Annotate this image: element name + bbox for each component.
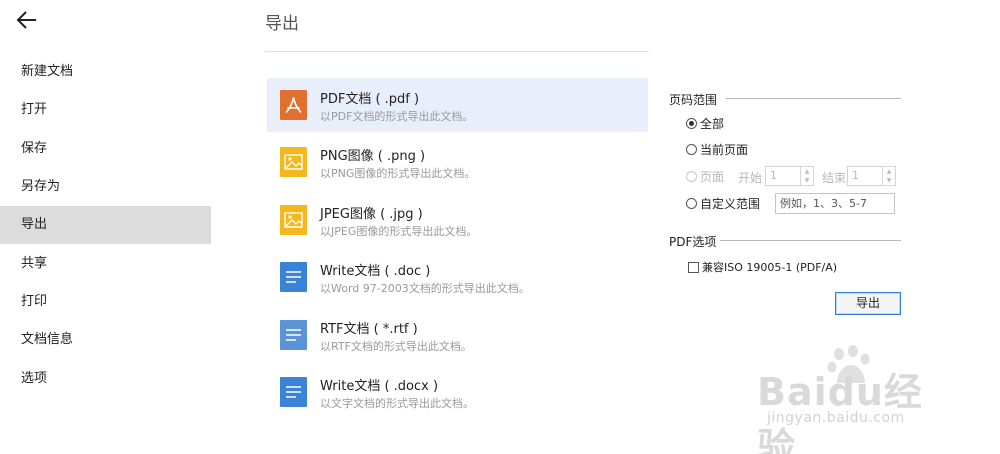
checkbox-label: 兼容ISO 19005-1 (PDF/A) bbox=[702, 261, 838, 274]
chevron-down-icon[interactable]: ▼ bbox=[883, 176, 895, 185]
start-page-stepper[interactable]: 1 ▲ ▼ bbox=[765, 166, 814, 186]
sidebar-item-open[interactable]: 打开 bbox=[0, 91, 211, 129]
format-name: JPEG图像 ( .jpg ) bbox=[320, 207, 423, 222]
format-name: RTF文档 ( *.rtf ) bbox=[320, 322, 418, 337]
title-divider bbox=[265, 51, 649, 52]
format-description: 以PDF文档的形式导出此文档。 bbox=[320, 110, 474, 123]
pdf-icon bbox=[280, 90, 307, 120]
document-icon bbox=[280, 262, 307, 292]
start-label: 开始 bbox=[738, 171, 763, 185]
radio-label: 自定义范围 bbox=[700, 196, 761, 211]
format-item-rtf[interactable]: RTF文档 ( *.rtf ) 以RTF文档的形式导出此文档。 bbox=[267, 308, 648, 362]
end-page-value: 1 bbox=[852, 169, 859, 182]
image-icon bbox=[280, 205, 307, 235]
format-name: Write文档 ( .doc ) bbox=[320, 264, 431, 279]
radio-label: 页面 bbox=[700, 169, 725, 184]
sidebar: 新建文档 打开 保存 另存为 导出 共享 打印 文档信息 选项 bbox=[0, 0, 211, 454]
radio-label: 当前页面 bbox=[700, 142, 749, 157]
watermark-url: jingyan.baidu.com bbox=[767, 410, 905, 426]
format-description: 以RTF文档的形式导出此文档。 bbox=[320, 340, 472, 353]
format-description: 以PNG图像的形式导出此文档。 bbox=[320, 167, 476, 180]
stepper-buttons[interactable]: ▲ ▼ bbox=[882, 167, 895, 185]
custom-range-input[interactable]: 例如，1、3、5-7 bbox=[775, 193, 895, 214]
chevron-up-icon[interactable]: ▲ bbox=[883, 167, 895, 176]
document-icon bbox=[280, 320, 307, 350]
sidebar-item-share[interactable]: 共享 bbox=[0, 245, 211, 283]
format-description: 以Word 97-2003文档的形式导出此文档。 bbox=[320, 282, 530, 295]
radio-custom-range[interactable]: 自定义范围 bbox=[686, 194, 760, 212]
export-button[interactable]: 导出 bbox=[835, 292, 901, 315]
watermark: Baidu经验 jingyan.baidu.com bbox=[757, 345, 957, 454]
watermark-brand: Baidu经验 bbox=[757, 370, 923, 454]
end-label: 结束 bbox=[822, 171, 847, 185]
sidebar-item-options[interactable]: 选项 bbox=[0, 360, 211, 398]
format-item-jpeg[interactable]: JPEG图像 ( .jpg ) 以JPEG图像的形式导出此文档。 bbox=[267, 193, 648, 247]
sidebar-item-new[interactable]: 新建文档 bbox=[0, 53, 211, 91]
sidebar-item-doc-info[interactable]: 文档信息 bbox=[0, 321, 211, 359]
format-name: PNG图像 ( .png ) bbox=[320, 149, 426, 164]
sidebar-item-print[interactable]: 打印 bbox=[0, 283, 211, 321]
pdf-options-heading: PDF选项 bbox=[669, 235, 717, 249]
end-page-stepper[interactable]: 1 ▲ ▼ bbox=[847, 166, 896, 186]
section-divider bbox=[720, 240, 901, 241]
format-item-pdf[interactable]: PDF文档 ( .pdf ) 以PDF文档的形式导出此文档。 bbox=[267, 78, 648, 132]
format-description: 以JPEG图像的形式导出此文档。 bbox=[320, 225, 478, 238]
start-page-value: 1 bbox=[770, 169, 777, 182]
radio-all[interactable]: 全部 bbox=[686, 114, 724, 132]
format-name: PDF文档 ( .pdf ) bbox=[320, 92, 420, 107]
back-arrow-icon[interactable] bbox=[14, 8, 40, 32]
format-item-doc[interactable]: Write文档 ( .doc ) 以Word 97-2003文档的形式导出此文档… bbox=[267, 250, 648, 304]
radio-button[interactable] bbox=[686, 143, 697, 155]
sidebar-item-save[interactable]: 保存 bbox=[0, 130, 211, 168]
checkbox[interactable] bbox=[688, 261, 699, 273]
chevron-down-icon[interactable]: ▼ bbox=[801, 176, 813, 185]
format-item-png[interactable]: PNG图像 ( .png ) 以PNG图像的形式导出此文档。 bbox=[267, 135, 648, 189]
pdfa-compat-option[interactable]: 兼容ISO 19005-1 (PDF/A) bbox=[688, 259, 837, 275]
stepper-buttons[interactable]: ▲ ▼ bbox=[800, 167, 813, 185]
radio-pages[interactable]: 页面 bbox=[686, 167, 724, 185]
format-item-docx[interactable]: Write文档 ( .docx ) 以文字文档的形式导出此文档。 bbox=[267, 365, 648, 419]
radio-button[interactable] bbox=[686, 117, 697, 129]
document-icon bbox=[280, 377, 307, 407]
radio-button[interactable] bbox=[686, 170, 697, 182]
radio-current-page[interactable]: 当前页面 bbox=[686, 140, 748, 158]
sidebar-item-save-as[interactable]: 另存为 bbox=[0, 168, 211, 206]
radio-button[interactable] bbox=[686, 197, 697, 209]
format-description: 以文字文档的形式导出此文档。 bbox=[320, 397, 474, 410]
page-title: 导出 bbox=[265, 14, 299, 34]
sidebar-item-export[interactable]: 导出 bbox=[0, 206, 211, 244]
image-icon bbox=[280, 147, 307, 177]
radio-label: 全部 bbox=[700, 116, 725, 131]
chevron-up-icon[interactable]: ▲ bbox=[801, 167, 813, 176]
page-range-heading: 页码范围 bbox=[669, 93, 718, 107]
format-name: Write文档 ( .docx ) bbox=[320, 379, 439, 394]
section-divider bbox=[726, 98, 901, 99]
